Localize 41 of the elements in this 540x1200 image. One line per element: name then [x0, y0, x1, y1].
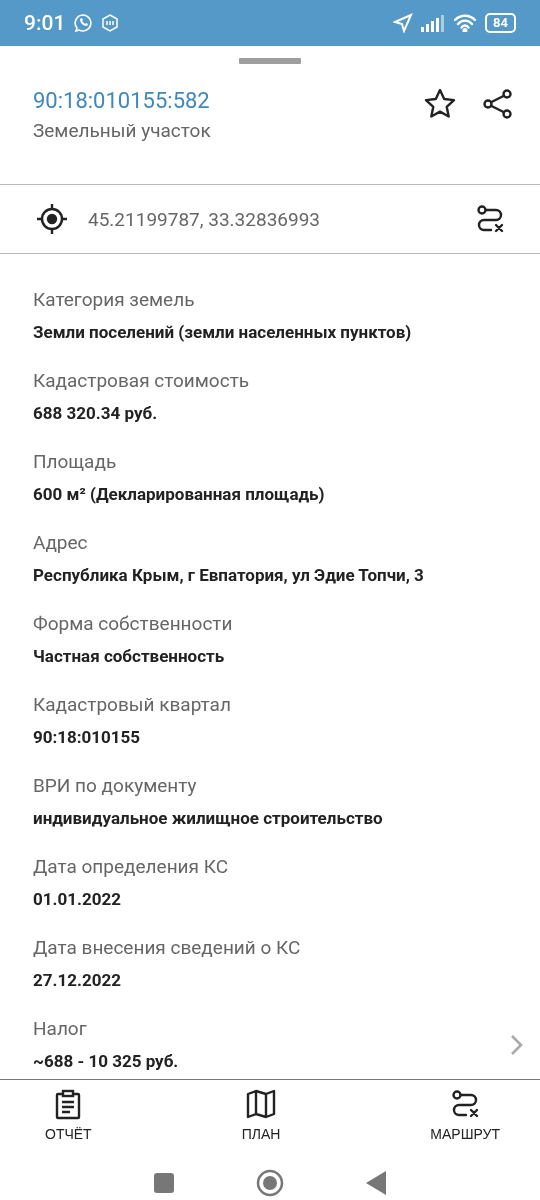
object-type: Земельный участок: [33, 118, 212, 144]
field-label: Категория земель: [33, 287, 196, 313]
hexagon-icon: [101, 14, 120, 32]
field-label: Площадь: [33, 449, 118, 475]
field-value: 688 320.34 руб.: [33, 402, 159, 425]
crosshair-icon[interactable]: [36, 203, 68, 235]
location-arrow-icon: [393, 13, 414, 33]
share-icon[interactable]: [482, 88, 514, 120]
field-value: 01.01.2022: [33, 888, 122, 911]
nav-button[interactable]: ОТЧЁТ: [45, 1088, 92, 1153]
field-value: Частная собственность: [33, 645, 226, 668]
route-icon[interactable]: [474, 203, 506, 235]
coordinates-text: 45.21199787, 33.32836993: [88, 207, 322, 231]
home-icon[interactable]: [256, 1169, 284, 1197]
nav-button[interactable]: МАРШРУТ: [430, 1088, 500, 1153]
wifi-icon: [453, 14, 478, 32]
field-value: Земли поселений (земли населенных пунктов): [33, 321, 413, 344]
battery-indicator: 84: [485, 13, 516, 33]
field-label: Кадастровый квартал: [33, 692, 232, 718]
clock: 9:01: [24, 11, 66, 35]
signal-icon: [421, 14, 446, 32]
star-icon[interactable]: [424, 88, 456, 120]
map-icon: [245, 1088, 277, 1120]
cadastral-number: 90:18:010155:582: [33, 87, 211, 115]
nav-button[interactable]: ПЛАН: [241, 1088, 281, 1153]
field-value: Республика Крым, г Евпатория, ул Эдие Топчи, 3: [33, 564, 425, 587]
phone-bubble-icon: [73, 13, 94, 33]
field-label: Форма собственности: [33, 611, 234, 637]
field-label: Дата определения КС: [33, 854, 229, 880]
drag-handle[interactable]: [239, 58, 301, 64]
field-value: 90:18:010155: [33, 726, 142, 749]
field-label: Кадастровая стоимость: [33, 368, 251, 394]
field-value: 27.12.2022: [33, 969, 122, 992]
field-value: ~688 - 10 325 руб.: [33, 1050, 180, 1073]
field-label: Адрес: [33, 530, 89, 556]
back-icon[interactable]: [366, 1171, 386, 1195]
field-label: Налог: [33, 1016, 88, 1042]
field-label: ВРИ по документу: [33, 773, 198, 799]
field-value: 600 м² (Декларированная площадь): [33, 483, 326, 506]
field-value: индивидуальное жилищное строительство: [33, 807, 384, 830]
field-label: Дата внесения сведений о КС: [33, 935, 302, 961]
